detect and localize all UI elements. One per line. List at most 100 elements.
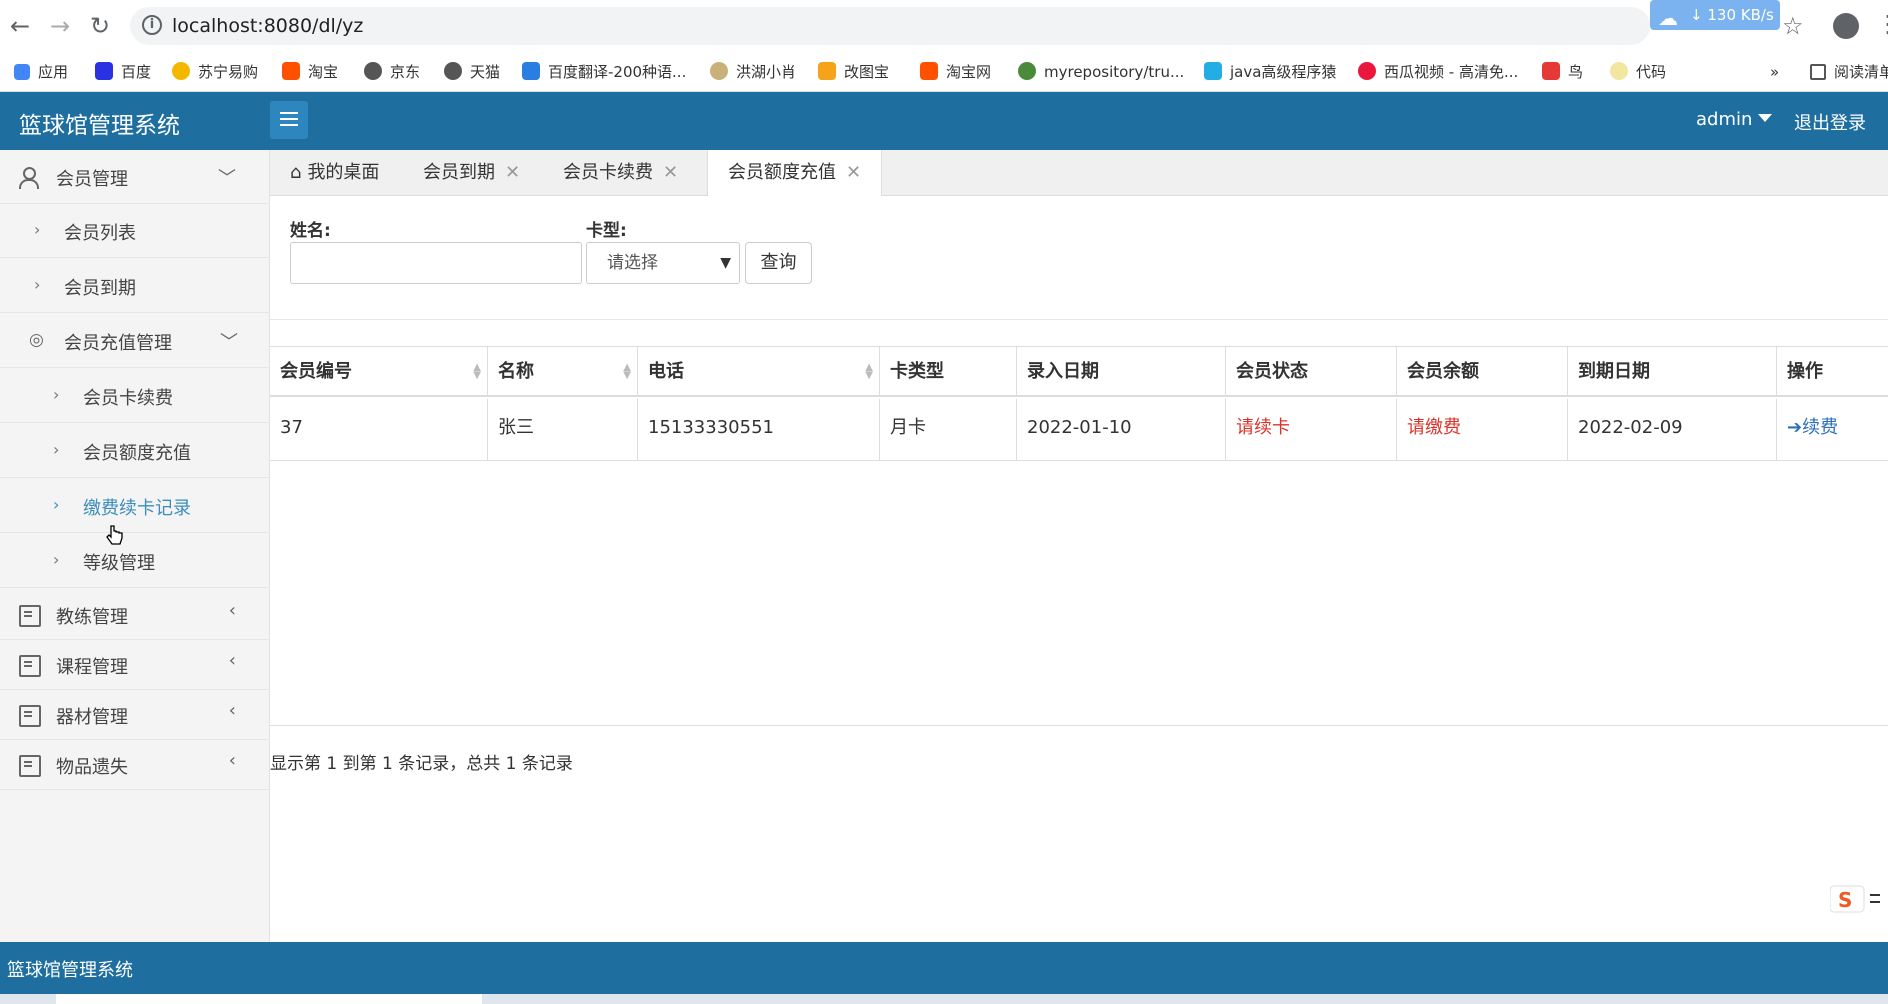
chevron-down-icon: ▼ xyxy=(720,255,731,271)
sort-icon: ▲ ▼ xyxy=(865,362,873,381)
taobao-icon xyxy=(282,62,300,80)
bookmark-tmall[interactable]: 天猫 xyxy=(444,60,500,84)
xigua-play-icon xyxy=(1358,62,1376,80)
gaitubao-icon xyxy=(818,62,836,80)
bookmark-taobao[interactable]: 淘宝 xyxy=(282,60,338,84)
tab-quota-recharge[interactable]: 会员额度充值 ✕ xyxy=(707,150,883,197)
sidebar-item-equipment-mgmt[interactable]: 器材管理 ‹ xyxy=(0,690,270,740)
form-icon xyxy=(19,705,41,727)
col-member-id[interactable]: 会员编号 ▲ ▼ xyxy=(270,347,488,397)
sidebar-item-quota-recharge[interactable]: › 会员额度充值 xyxy=(0,424,270,478)
close-icon[interactable]: ✕ xyxy=(846,162,861,183)
reading-list[interactable]: 阅读清单 xyxy=(1810,60,1888,84)
globe-icon xyxy=(444,62,462,80)
sidebar-item-member-mgmt[interactable]: 会员管理 ﹀ xyxy=(0,150,270,204)
forward-icon[interactable]: → xyxy=(44,10,76,42)
card-type-select[interactable]: 请选择 ▼ xyxy=(586,242,740,284)
cell-name: 张三 xyxy=(488,399,638,461)
sidebar-item-card-renew[interactable]: › 会员卡续费 xyxy=(0,369,270,423)
sidebar-item-course-mgmt[interactable]: 课程管理 ‹ xyxy=(0,640,270,690)
cell-card-type: 月卡 xyxy=(880,399,1017,461)
chevron-down-icon: ﹀ xyxy=(218,168,236,189)
sidebar-item-lost-items[interactable]: 物品遗失 ‹ xyxy=(0,740,270,790)
bookmark-honghu[interactable]: 洪湖小肖 xyxy=(710,60,796,84)
bookmark-apps[interactable]: 应用 xyxy=(14,60,68,84)
reload-icon[interactable]: ↻ xyxy=(84,10,116,42)
close-icon[interactable]: ✕ xyxy=(505,162,520,183)
bird-icon xyxy=(710,62,728,80)
table-header: 会员编号 ▲ ▼ 名称 ▲ ▼ 电话 ▲ ▼ 卡类型 录入日期 会员状态 会员余额 到期日期… xyxy=(270,347,1888,397)
bookmark-java[interactable]: java高级程序猿 xyxy=(1204,60,1336,84)
renew-action-link[interactable]: ➔续费 xyxy=(1777,399,1888,461)
app-footer: 篮球馆管理系统 xyxy=(0,942,1888,994)
bookmark-star-icon[interactable]: ☆ xyxy=(1782,12,1804,40)
bookmarks-bar: 应用 百度 苏宁易购 淘宝 京东 天猫 百度翻译-200种语... 洪湖小肖 改… xyxy=(0,52,1888,92)
tab-bar: ⌂ 我的桌面 会员到期 ✕ 会员卡续费 ✕ 会员额度充值 ✕ xyxy=(270,150,1888,197)
code-icon xyxy=(1610,62,1628,80)
col-status: 会员状态 xyxy=(1226,347,1397,397)
url-text: localhost:8080/dl/yz xyxy=(172,15,364,37)
tab-card-renew[interactable]: 会员卡续费 ✕ xyxy=(563,150,678,196)
table-row: 37 张三 15133330551 月卡 2022-01-10 请续卡 请缴费 … xyxy=(270,399,1888,461)
cell-status: 请续卡 xyxy=(1226,399,1397,461)
cell-phone: 15133330551 xyxy=(638,399,880,461)
reading-list-icon xyxy=(1810,64,1826,80)
apps-grid-icon xyxy=(14,64,30,80)
bookmark-niao[interactable]: 鸟 xyxy=(1542,60,1583,84)
close-icon[interactable]: ✕ xyxy=(663,162,678,183)
bookmark-taobaowang[interactable]: 淘宝网 xyxy=(920,60,991,84)
bookmark-code[interactable]: 代码 xyxy=(1610,60,1666,84)
bookmark-xigua[interactable]: 西瓜视频 - 高清免... xyxy=(1358,60,1518,84)
kebab-menu-icon[interactable]: ⋮ xyxy=(1876,10,1888,38)
username: admin xyxy=(1696,109,1753,130)
sogou-s-icon: S xyxy=(1829,885,1880,913)
menu-toggle-button[interactable] xyxy=(270,101,308,139)
ime-indicator[interactable]: S xyxy=(1829,884,1888,914)
members-table: 会员编号 ▲ ▼ 名称 ▲ ▼ 电话 ▲ ▼ 卡类型 录入日期 会员状态 会员余额 到期日期… xyxy=(270,346,1888,726)
caret-down-icon xyxy=(1758,114,1773,122)
form-icon xyxy=(19,655,41,677)
query-button[interactable]: 查询 xyxy=(745,242,812,284)
sidebar-item-renew-records[interactable]: › 缴费续卡记录 xyxy=(0,479,270,533)
site-info-icon[interactable]: i xyxy=(142,15,162,35)
sidebar: 会员管理 ﹀ › 会员列表 › 会员到期 ◎ 会员充值管理 ﹀ › 会员卡续费 … xyxy=(0,150,270,942)
sidebar-item-level-mgmt[interactable]: › 等级管理 xyxy=(0,534,270,588)
user-menu[interactable]: admin xyxy=(1696,109,1773,130)
chevron-right-icon: › xyxy=(53,385,60,404)
address-bar[interactable]: i localhost:8080/dl/yz xyxy=(130,7,1650,45)
name-input[interactable] xyxy=(290,242,582,284)
download-arrow-icon: ↓ xyxy=(1690,6,1703,24)
globe-icon xyxy=(364,62,382,80)
back-icon[interactable]: ← xyxy=(4,10,36,42)
repo-icon xyxy=(1018,62,1036,80)
chevron-left-icon: ‹ xyxy=(228,750,236,771)
bookmark-baidu-translate[interactable]: 百度翻译-200种语... xyxy=(522,60,686,84)
bookmark-myrepository[interactable]: myrepository/tru... xyxy=(1018,60,1184,84)
bookmarks-overflow[interactable]: » xyxy=(1770,60,1779,84)
user-circle-icon: ◎ xyxy=(29,330,44,350)
profile-avatar[interactable] xyxy=(1833,13,1859,39)
taskbar-window[interactable] xyxy=(56,994,482,1004)
chevron-left-icon: ‹ xyxy=(228,650,236,671)
sidebar-item-recharge-mgmt[interactable]: ◎ 会员充值管理 ﹀ xyxy=(0,314,270,368)
tab-home[interactable]: ⌂ 我的桌面 xyxy=(290,150,379,196)
bookmark-jd[interactable]: 京东 xyxy=(364,60,420,84)
sort-icon: ▲ ▼ xyxy=(473,362,481,381)
bookmark-suning[interactable]: 苏宁易购 xyxy=(172,60,258,84)
tab-member-expire[interactable]: 会员到期 ✕ xyxy=(423,150,520,196)
bookmark-gaitubao[interactable]: 改图宝 xyxy=(818,60,889,84)
pagination-info: 显示第 1 到第 1 条记录，总共 1 条记录 xyxy=(270,754,573,774)
col-phone[interactable]: 电话 ▲ ▼ xyxy=(638,347,880,397)
form-icon xyxy=(19,605,41,627)
hand-cursor-icon xyxy=(106,525,123,545)
form-icon xyxy=(19,755,41,777)
sidebar-item-coach-mgmt[interactable]: 教练管理 ‹ xyxy=(0,590,270,640)
name-label: 姓名: xyxy=(290,221,331,241)
sidebar-item-member-expire[interactable]: › 会员到期 xyxy=(0,259,270,313)
col-name[interactable]: 名称 ▲ ▼ xyxy=(488,347,638,397)
logout-link[interactable]: 退出登录 xyxy=(1794,109,1866,135)
col-card-type: 卡类型 xyxy=(880,347,1017,397)
bookmark-baidu[interactable]: 百度 xyxy=(95,60,151,84)
chevron-left-icon: ‹ xyxy=(228,700,236,721)
sidebar-item-member-list[interactable]: › 会员列表 xyxy=(0,204,270,258)
